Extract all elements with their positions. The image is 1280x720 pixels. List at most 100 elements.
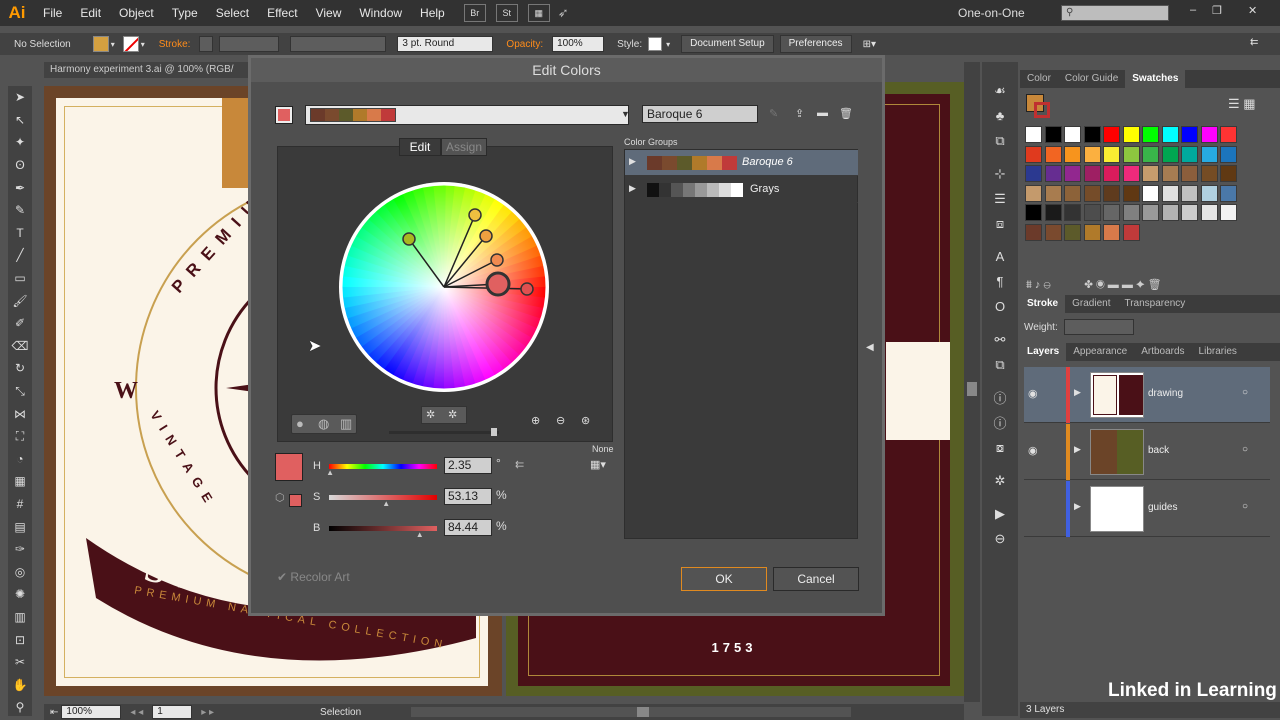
menu-effect[interactable]: Effect bbox=[258, 0, 306, 26]
color-bars-icon[interactable]: ▥ bbox=[340, 416, 352, 432]
active-stroke-swatch[interactable] bbox=[1034, 102, 1050, 118]
swatch[interactable] bbox=[1064, 204, 1081, 221]
brightness-hsb-slider-thumb[interactable]: ▲ bbox=[416, 530, 424, 539]
hue-slider-thumb[interactable]: ▲ bbox=[326, 468, 334, 477]
search-input[interactable]: ⚲ bbox=[1061, 5, 1169, 21]
visibility-eye-icon[interactable]: ◉ bbox=[1028, 444, 1038, 457]
horizontal-scrollbar[interactable] bbox=[411, 707, 852, 717]
restore-button[interactable]: ❐ bbox=[1212, 4, 1222, 17]
tab-edit[interactable]: Edit bbox=[399, 138, 441, 156]
bridge-button[interactable]: Br bbox=[463, 4, 486, 22]
document-tab[interactable]: Harmony experiment 3.ai @ 100% (RGB/ bbox=[44, 62, 250, 78]
swatch[interactable] bbox=[1200, 165, 1218, 182]
swatch[interactable] bbox=[1200, 184, 1218, 202]
tab-gradient[interactable]: Gradient bbox=[1065, 295, 1117, 313]
layer-name[interactable]: back bbox=[1148, 445, 1169, 456]
expand-arrow-icon[interactable]: ▶ bbox=[1074, 444, 1081, 455]
image-trace-icon[interactable]: ⚯ bbox=[982, 327, 1018, 352]
swatch[interactable] bbox=[1122, 184, 1140, 202]
slice-tool-icon[interactable]: ✂ bbox=[8, 651, 32, 674]
remove-color-tool-icon[interactable]: ⊖ bbox=[556, 414, 565, 427]
swatches-footer-icons[interactable]: ⩩ ♪ ⊖ ✤ ◉ ▬ ▬ ✦ 🗑 bbox=[1026, 278, 1266, 292]
tab-artboards[interactable]: Artboards bbox=[1134, 343, 1191, 361]
swatch[interactable] bbox=[1044, 204, 1062, 221]
tab-libraries[interactable]: Libraries bbox=[1192, 343, 1244, 361]
recolor-art-checkbox[interactable]: ✔ Recolor Art bbox=[277, 570, 350, 584]
add-color-tool-icon[interactable]: ⊕ bbox=[531, 414, 540, 427]
attributes-icon[interactable]: ⧇ bbox=[982, 435, 1018, 460]
menu-view[interactable]: View bbox=[307, 0, 351, 26]
link-harmony-icon[interactable]: ⊛ bbox=[581, 414, 590, 427]
swatch[interactable] bbox=[1064, 184, 1081, 202]
menu-edit[interactable]: Edit bbox=[71, 0, 110, 26]
swatch[interactable] bbox=[1122, 145, 1140, 163]
width-tool-icon[interactable]: ⋈ bbox=[8, 402, 32, 425]
swatch[interactable] bbox=[1200, 204, 1218, 221]
swatch[interactable] bbox=[1044, 145, 1062, 163]
swatch[interactable] bbox=[1220, 184, 1237, 202]
swatch[interactable] bbox=[1161, 126, 1179, 143]
swatch[interactable] bbox=[1200, 145, 1218, 163]
stroke-weight-field[interactable] bbox=[219, 36, 280, 52]
swatch[interactable] bbox=[1181, 165, 1198, 182]
document-setup-button[interactable]: Document Setup bbox=[681, 35, 774, 53]
swatch[interactable] bbox=[1103, 184, 1120, 202]
layer-row-back[interactable]: ◉ ▶ back ○ bbox=[1024, 424, 1270, 480]
group-name-field[interactable]: Baroque 6 bbox=[642, 105, 758, 123]
h-scroll-thumb[interactable] bbox=[637, 707, 650, 717]
opacity-field[interactable]: 100% bbox=[552, 36, 605, 52]
eyedropper-icon[interactable]: ✑ bbox=[8, 538, 32, 561]
align-panel-icon[interactable]: ☰ bbox=[982, 186, 1018, 211]
swatch[interactable] bbox=[1181, 126, 1198, 143]
segmented-wheel-icon[interactable]: ◍ bbox=[318, 416, 329, 432]
cc-libraries-icon[interactable]: ⊖ bbox=[982, 526, 1018, 551]
swatch[interactable] bbox=[1122, 204, 1140, 221]
swatch[interactable] bbox=[1044, 126, 1062, 143]
paintbrush-icon[interactable]: 🖌 bbox=[8, 289, 32, 312]
curvature-tool-icon[interactable]: ✎ bbox=[8, 199, 32, 222]
variable-width-profile[interactable] bbox=[290, 36, 387, 52]
swatch[interactable] bbox=[1103, 204, 1120, 221]
list-view-icon[interactable]: ☰ ▦ bbox=[1228, 96, 1256, 112]
swatch[interactable] bbox=[1025, 145, 1042, 163]
hand-tool-icon[interactable]: ✋ bbox=[8, 673, 32, 696]
layer-row-drawing[interactable]: ◉ ▶ drawing ○ bbox=[1024, 367, 1270, 423]
close-button[interactable]: ✕ bbox=[1248, 4, 1257, 17]
zoom-field[interactable]: 100% bbox=[61, 705, 122, 719]
new-folder-icon[interactable]: ▬ bbox=[817, 107, 828, 119]
save-group-icon[interactable]: ⇪ bbox=[795, 107, 804, 120]
smooth-wheel-icon[interactable]: ● bbox=[296, 416, 304, 431]
stroke-stepper[interactable] bbox=[199, 36, 214, 52]
artboard-nav-icon[interactable]: ⇤ bbox=[50, 707, 58, 718]
layer-name[interactable]: guides bbox=[1148, 502, 1177, 513]
opacity-label[interactable]: Opacity: bbox=[506, 39, 543, 50]
vertical-scrollbar[interactable] bbox=[964, 62, 980, 702]
club-icon[interactable]: ♣ bbox=[982, 103, 1018, 128]
swatch[interactable] bbox=[1044, 165, 1062, 182]
brushes-icon[interactable]: ⧉ bbox=[982, 128, 1018, 153]
swatch[interactable] bbox=[1064, 223, 1081, 241]
navigator-icon[interactable]: ✲ bbox=[982, 468, 1018, 493]
swatch[interactable] bbox=[1181, 145, 1198, 163]
swatch[interactable] bbox=[1025, 204, 1042, 221]
swatch[interactable] bbox=[1142, 204, 1159, 221]
tab-transparency[interactable]: Transparency bbox=[1117, 295, 1192, 313]
cancel-button[interactable]: Cancel bbox=[773, 567, 859, 591]
type-tool-icon[interactable]: T bbox=[8, 222, 32, 245]
brightness-slider-thumb[interactable] bbox=[491, 428, 497, 436]
workspace-switcher[interactable]: One-on-One bbox=[958, 6, 1025, 20]
layer-target-icon[interactable]: ○ bbox=[1242, 501, 1248, 512]
ok-button[interactable]: OK bbox=[681, 567, 767, 591]
perspective-grid-icon[interactable]: ▦ bbox=[8, 470, 32, 493]
color-group-row-grays[interactable]: ▶ Grays bbox=[625, 177, 858, 203]
column-graph-icon[interactable]: ▥ bbox=[8, 606, 32, 629]
page-field[interactable]: 1 bbox=[152, 705, 193, 719]
menu-window[interactable]: Window bbox=[350, 0, 411, 26]
brush-definition[interactable]: 3 pt. Round bbox=[397, 36, 494, 52]
opentype-icon[interactable]: O bbox=[982, 294, 1018, 319]
actions-icon[interactable]: ▶ bbox=[982, 501, 1018, 526]
swatch[interactable] bbox=[1220, 145, 1237, 163]
current-group-bar[interactable] bbox=[305, 105, 629, 125]
delete-group-icon[interactable]: 🗑 bbox=[839, 107, 853, 120]
group-dropdown-arrow-icon[interactable]: ▼ bbox=[621, 109, 630, 119]
